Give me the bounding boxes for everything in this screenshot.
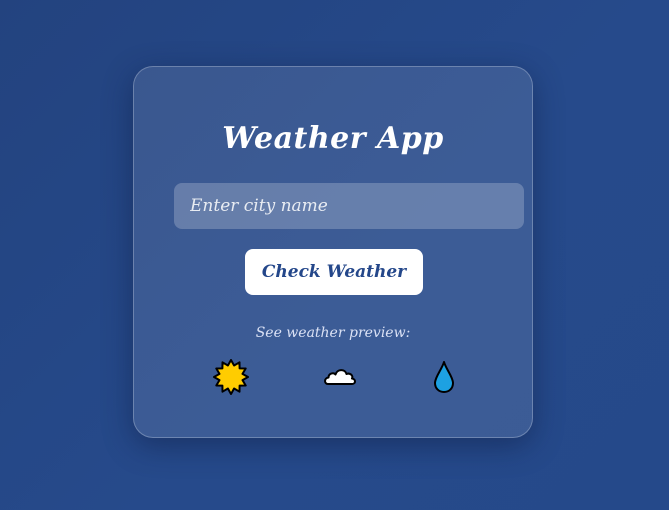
sun-icon [211,357,251,397]
weather-card: Weather App Check Weather See weather pr… [133,66,533,438]
cloud-icon [320,357,360,397]
app-title: Weather App [222,121,444,156]
check-weather-button[interactable]: Check Weather [245,249,423,295]
preview-label: See weather preview: [255,325,411,341]
raindrop-icon [424,357,464,397]
city-input[interactable] [174,183,524,229]
